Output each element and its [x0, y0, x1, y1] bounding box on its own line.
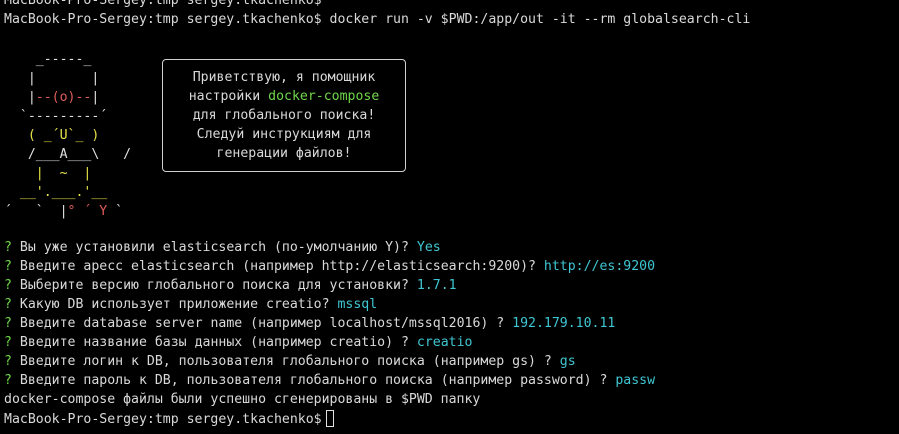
ascii-line: |	[4, 90, 36, 105]
question-answer: 192.179.10.11	[512, 316, 616, 331]
question-text: Вы уже установили elasticsearch (по-умол…	[11, 240, 417, 255]
question-answer: Yes	[416, 240, 441, 255]
question-answer: mssql	[337, 297, 378, 312]
question-line: ? Какую DB использует приложение creatio…	[4, 295, 377, 314]
bubble-line: Следуй инструкциям для	[196, 127, 372, 142]
question-line: ? Введите пароль к DB, пользователя глоб…	[4, 371, 655, 390]
shell-prompt: MacBook-Pro-Sergey:tmp sergey.tkachenko$	[4, 412, 322, 427]
question-text: Введите название базы данных (например c…	[11, 335, 417, 350]
ascii-mascot-eyes: --(o)--	[35, 90, 92, 105]
question-text: Выберите версию глобального поиска для у…	[11, 278, 417, 293]
question-line: ? Вы уже установили elasticsearch (по-ум…	[4, 238, 441, 257]
docker-command: docker run -v $PWD:/app/out -it --rm glo…	[329, 12, 751, 27]
question-answer: passw	[615, 373, 656, 388]
question-mark: ?	[4, 240, 12, 255]
question-mark: ?	[4, 297, 12, 312]
question-text: Введите логин к DB, пользователя глобаль…	[11, 354, 560, 369]
question-text: Введите database server name (например l…	[11, 316, 513, 331]
ascii-mascot-feet: ° ´ Y	[67, 204, 108, 219]
command-line: MacBook-Pro-Sergey:tmp sergey.tkachenko$…	[4, 10, 750, 29]
question-mark: ?	[4, 316, 12, 331]
ascii-mascot-body: | ~ |	[35, 166, 92, 181]
question-answer: http://es:9200	[543, 259, 656, 274]
question-mark: ?	[4, 373, 12, 388]
bubble-line: настройки docker-compose	[163, 87, 405, 106]
ascii-line: | |	[4, 71, 100, 86]
terminal-window[interactable]: MacBook-Pro-Sergey:tmp sergey.tkachenko$…	[0, 0, 899, 434]
ascii-line: |	[91, 90, 100, 105]
question-line: ? Введите название базы данных (например…	[4, 333, 472, 352]
bubble-text: настройки	[188, 89, 269, 104]
final-prompt-line[interactable]: MacBook-Pro-Sergey:tmp sergey.tkachenko$	[4, 410, 334, 429]
question-text: Введите apecc elasticsearch (например ht…	[11, 259, 544, 274]
ascii-line: ´ ` |	[4, 204, 68, 219]
text-cursor	[325, 410, 334, 427]
ascii-line	[4, 166, 36, 181]
ascii-mascot-face: ( _´U`_ )	[27, 128, 100, 143]
question-mark: ?	[4, 278, 12, 293]
docker-compose-highlight: docker-compose	[268, 89, 380, 104]
ascii-line: _-----_	[4, 52, 92, 67]
question-line: ? Введите database server name (например…	[4, 314, 615, 333]
ascii-line: `---------´	[4, 109, 108, 124]
yeoman-mascot-ascii-art: _-----_ | | |--(o)--| `---------´ ( _´U`…	[4, 50, 131, 221]
previous-prompt-line: MacBook-Pro-Sergey:tmp sergey.tkachenko$	[4, 0, 322, 8]
question-answer: gs	[559, 354, 576, 369]
question-mark: ?	[4, 259, 12, 274]
shell-prompt: MacBook-Pro-Sergey:tmp sergey.tkachenko$	[4, 12, 330, 27]
question-answer: creatio	[416, 335, 473, 350]
ascii-line	[4, 128, 28, 143]
question-line: ? Введите логин к DB, пользователя глоба…	[4, 352, 576, 371]
question-text: Введите пароль к DB, пользователя глобал…	[11, 373, 616, 388]
ascii-line: /___A___\ /	[4, 147, 132, 162]
bubble-line: генерации файлов!	[216, 146, 352, 161]
success-message: docker-compose файлы были успешно сгенер…	[4, 392, 481, 407]
question-answer: 1.7.1	[416, 278, 457, 293]
bubble-line: Приветствую, я помощник	[192, 70, 376, 85]
question-line: ? Введите apecc elasticsearch (например …	[4, 257, 655, 276]
question-mark: ?	[4, 335, 12, 350]
question-mark: ?	[4, 354, 12, 369]
question-text: Какую DB использует приложение creatio?	[11, 297, 338, 312]
bubble-line: для глобального поиска!	[192, 108, 376, 123]
ascii-line: `	[107, 204, 124, 219]
speech-bubble: Приветствую, я помощник настройки docker…	[162, 59, 406, 172]
question-line: ? Выберите версию глобального поиска для…	[4, 276, 457, 295]
ascii-mascot-legs: __'.___.'__	[4, 185, 108, 200]
